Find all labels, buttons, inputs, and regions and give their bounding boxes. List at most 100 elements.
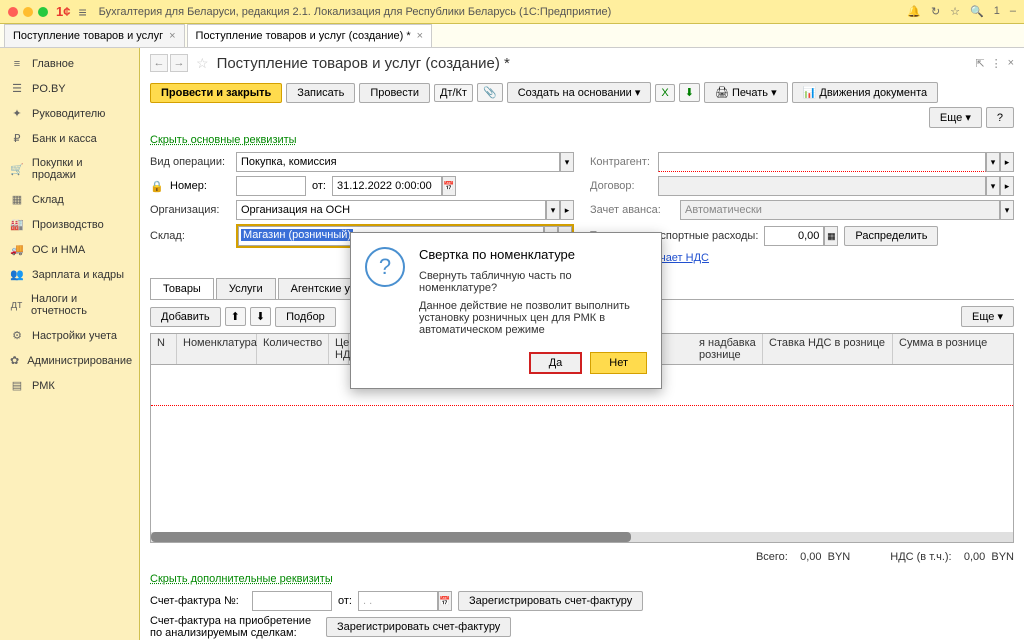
- invoice-purchase-label: Счет-фактура на приобретение по анализир…: [150, 615, 320, 639]
- create-based-button[interactable]: Создать на основании ▾: [507, 82, 652, 103]
- add-button[interactable]: Добавить: [150, 307, 221, 327]
- cart-icon: 🛒: [10, 163, 24, 176]
- contractor-label: Контрагент:: [590, 156, 652, 168]
- star-icon[interactable]: ☆: [950, 5, 960, 18]
- sidebar-item-assets[interactable]: 🚚ОС и НМА: [0, 237, 139, 262]
- sidebar-item-taxes[interactable]: дтНалоги и отчетность: [0, 287, 139, 323]
- dropdown-icon[interactable]: ▾: [1000, 200, 1014, 220]
- tab-receipt-create[interactable]: Поступление товаров и услуг (создание) *…: [187, 24, 433, 47]
- bell-icon[interactable]: 🔔: [907, 5, 921, 18]
- movements-button[interactable]: 📊 Движения документа: [792, 82, 939, 103]
- titlebar: 1¢ ≡ Бухгалтерия для Беларуси, редакция …: [0, 0, 1024, 24]
- dropdown-icon[interactable]: ▾: [986, 152, 1000, 172]
- from-label: от:: [312, 180, 326, 192]
- user-icon[interactable]: 1: [994, 5, 1000, 18]
- favorite-icon[interactable]: ☆: [196, 55, 209, 72]
- post-button[interactable]: Провести: [359, 83, 430, 103]
- op-type-input[interactable]: [236, 152, 560, 172]
- contractor-input[interactable]: [658, 152, 986, 172]
- document-tabs: Поступление товаров и услуг× Поступление…: [0, 24, 1024, 48]
- table-body[interactable]: [151, 365, 1013, 545]
- dialog-text1: Свернуть табличную часть по номенклатуре…: [419, 270, 647, 294]
- find-button[interactable]: Подбор: [275, 307, 336, 327]
- sidebar-item-rmk[interactable]: ▤РМК: [0, 373, 139, 398]
- number-input[interactable]: [236, 176, 306, 196]
- dtkt-icon[interactable]: Дт/Кт: [434, 84, 473, 102]
- advance-label: Зачет аванса:: [590, 204, 674, 216]
- invoice-num-input[interactable]: [252, 591, 332, 611]
- hide-main-link[interactable]: Скрыть основные реквизиты: [140, 132, 1024, 148]
- sidebar-item-sales[interactable]: 🛒Покупки и продажи: [0, 151, 139, 187]
- tab-services[interactable]: Услуги: [216, 278, 276, 299]
- col-price: ЦеНД: [329, 334, 349, 364]
- star-icon: ✦: [10, 107, 24, 120]
- post-and-close-button[interactable]: Провести и закрыть: [150, 83, 282, 103]
- help-button[interactable]: ?: [986, 107, 1014, 128]
- open-icon[interactable]: ▸: [560, 200, 574, 220]
- write-button[interactable]: Записать: [286, 83, 355, 103]
- up-icon[interactable]: ⬆: [225, 307, 246, 326]
- sidebar-item-production[interactable]: 🏭Производство: [0, 212, 139, 237]
- sidebar-item-bank[interactable]: ₽Банк и касса: [0, 126, 139, 151]
- tab-goods[interactable]: Товары: [150, 278, 214, 299]
- external-link-icon[interactable]: ⇱: [975, 57, 984, 70]
- tab-more-button[interactable]: Еще ▾: [961, 306, 1014, 327]
- invoice-date-input[interactable]: [358, 591, 438, 611]
- menu-icon[interactable]: ≡: [78, 4, 86, 20]
- close-page-icon[interactable]: ×: [1008, 57, 1014, 70]
- dash-icon[interactable]: –: [1010, 5, 1016, 18]
- down-icon[interactable]: ⬇: [250, 307, 271, 326]
- h-scrollbar[interactable]: [151, 532, 1013, 542]
- dropdown-icon[interactable]: ▾: [560, 152, 574, 172]
- app-logo: 1¢: [56, 4, 70, 19]
- dropdown-icon[interactable]: ▾: [986, 176, 1000, 196]
- calendar-icon[interactable]: 📅: [442, 176, 456, 196]
- maximize-window[interactable]: [38, 7, 48, 17]
- excel-icon[interactable]: X: [655, 84, 674, 102]
- open-icon[interactable]: ▸: [1000, 152, 1014, 172]
- calendar-icon[interactable]: 📅: [438, 591, 452, 611]
- attach-icon[interactable]: 📎: [477, 83, 503, 102]
- calc-icon[interactable]: ▦: [824, 226, 838, 246]
- more-button[interactable]: Еще ▾: [929, 107, 982, 128]
- print-button[interactable]: 🖨 Печать ▾: [704, 82, 788, 103]
- close-window[interactable]: [8, 7, 18, 17]
- export-icon[interactable]: ⬇: [679, 83, 700, 102]
- sidebar-item-main[interactable]: ≡Главное: [0, 52, 139, 76]
- date-input[interactable]: [332, 176, 442, 196]
- history-icon[interactable]: ↻: [931, 5, 940, 18]
- col-markup: я надбавкарознице: [693, 334, 763, 364]
- hide-extra-link[interactable]: Скрыть дополнительные реквизиты: [140, 571, 1024, 587]
- col-nomenclature: Номенклатура: [177, 334, 257, 364]
- col-sum-retail: Сумма в рознице: [893, 334, 1013, 364]
- sidebar-item-manager[interactable]: ✦Руководителю: [0, 101, 139, 126]
- more-icon[interactable]: ⋮: [991, 57, 1002, 70]
- open-icon[interactable]: ▸: [1000, 176, 1014, 196]
- minimize-window[interactable]: [23, 7, 33, 17]
- sidebar-item-poby[interactable]: ☰PO.BY: [0, 76, 139, 101]
- tab-receipt-list[interactable]: Поступление товаров и услуг×: [4, 24, 185, 47]
- dropdown-icon[interactable]: ▾: [546, 200, 560, 220]
- close-icon[interactable]: ×: [169, 30, 175, 42]
- search-icon[interactable]: 🔍: [970, 5, 984, 18]
- home-icon: ≡: [10, 58, 24, 70]
- advance-input: [680, 200, 1000, 220]
- register-invoice2-button[interactable]: Зарегистрировать счет-фактуру: [326, 617, 511, 637]
- transport-input[interactable]: [764, 226, 824, 246]
- col-qty: Количество: [257, 334, 329, 364]
- dialog-no-button[interactable]: Нет: [590, 352, 647, 374]
- sidebar-item-stock[interactable]: ▦Склад: [0, 187, 139, 212]
- from-label: от:: [338, 595, 352, 607]
- sidebar-item-salary[interactable]: 👥Зарплата и кадры: [0, 262, 139, 287]
- org-input[interactable]: [236, 200, 546, 220]
- sidebar-item-accounting[interactable]: ⚙Настройки учета: [0, 323, 139, 348]
- sidebar-item-admin[interactable]: ✿Администрирование: [0, 348, 139, 373]
- register-invoice-button[interactable]: Зарегистрировать счет-фактуру: [458, 591, 643, 611]
- distribute-button[interactable]: Распределить: [844, 226, 938, 246]
- dialog-title: Свертка по номенклатуре: [419, 247, 647, 262]
- dialog-text2: Данное действие не позволит выполнить ус…: [419, 300, 647, 336]
- dialog-yes-button[interactable]: Да: [529, 352, 583, 374]
- nav-forward[interactable]: →: [170, 54, 188, 72]
- nav-back[interactable]: ←: [150, 54, 168, 72]
- close-icon[interactable]: ×: [417, 30, 423, 42]
